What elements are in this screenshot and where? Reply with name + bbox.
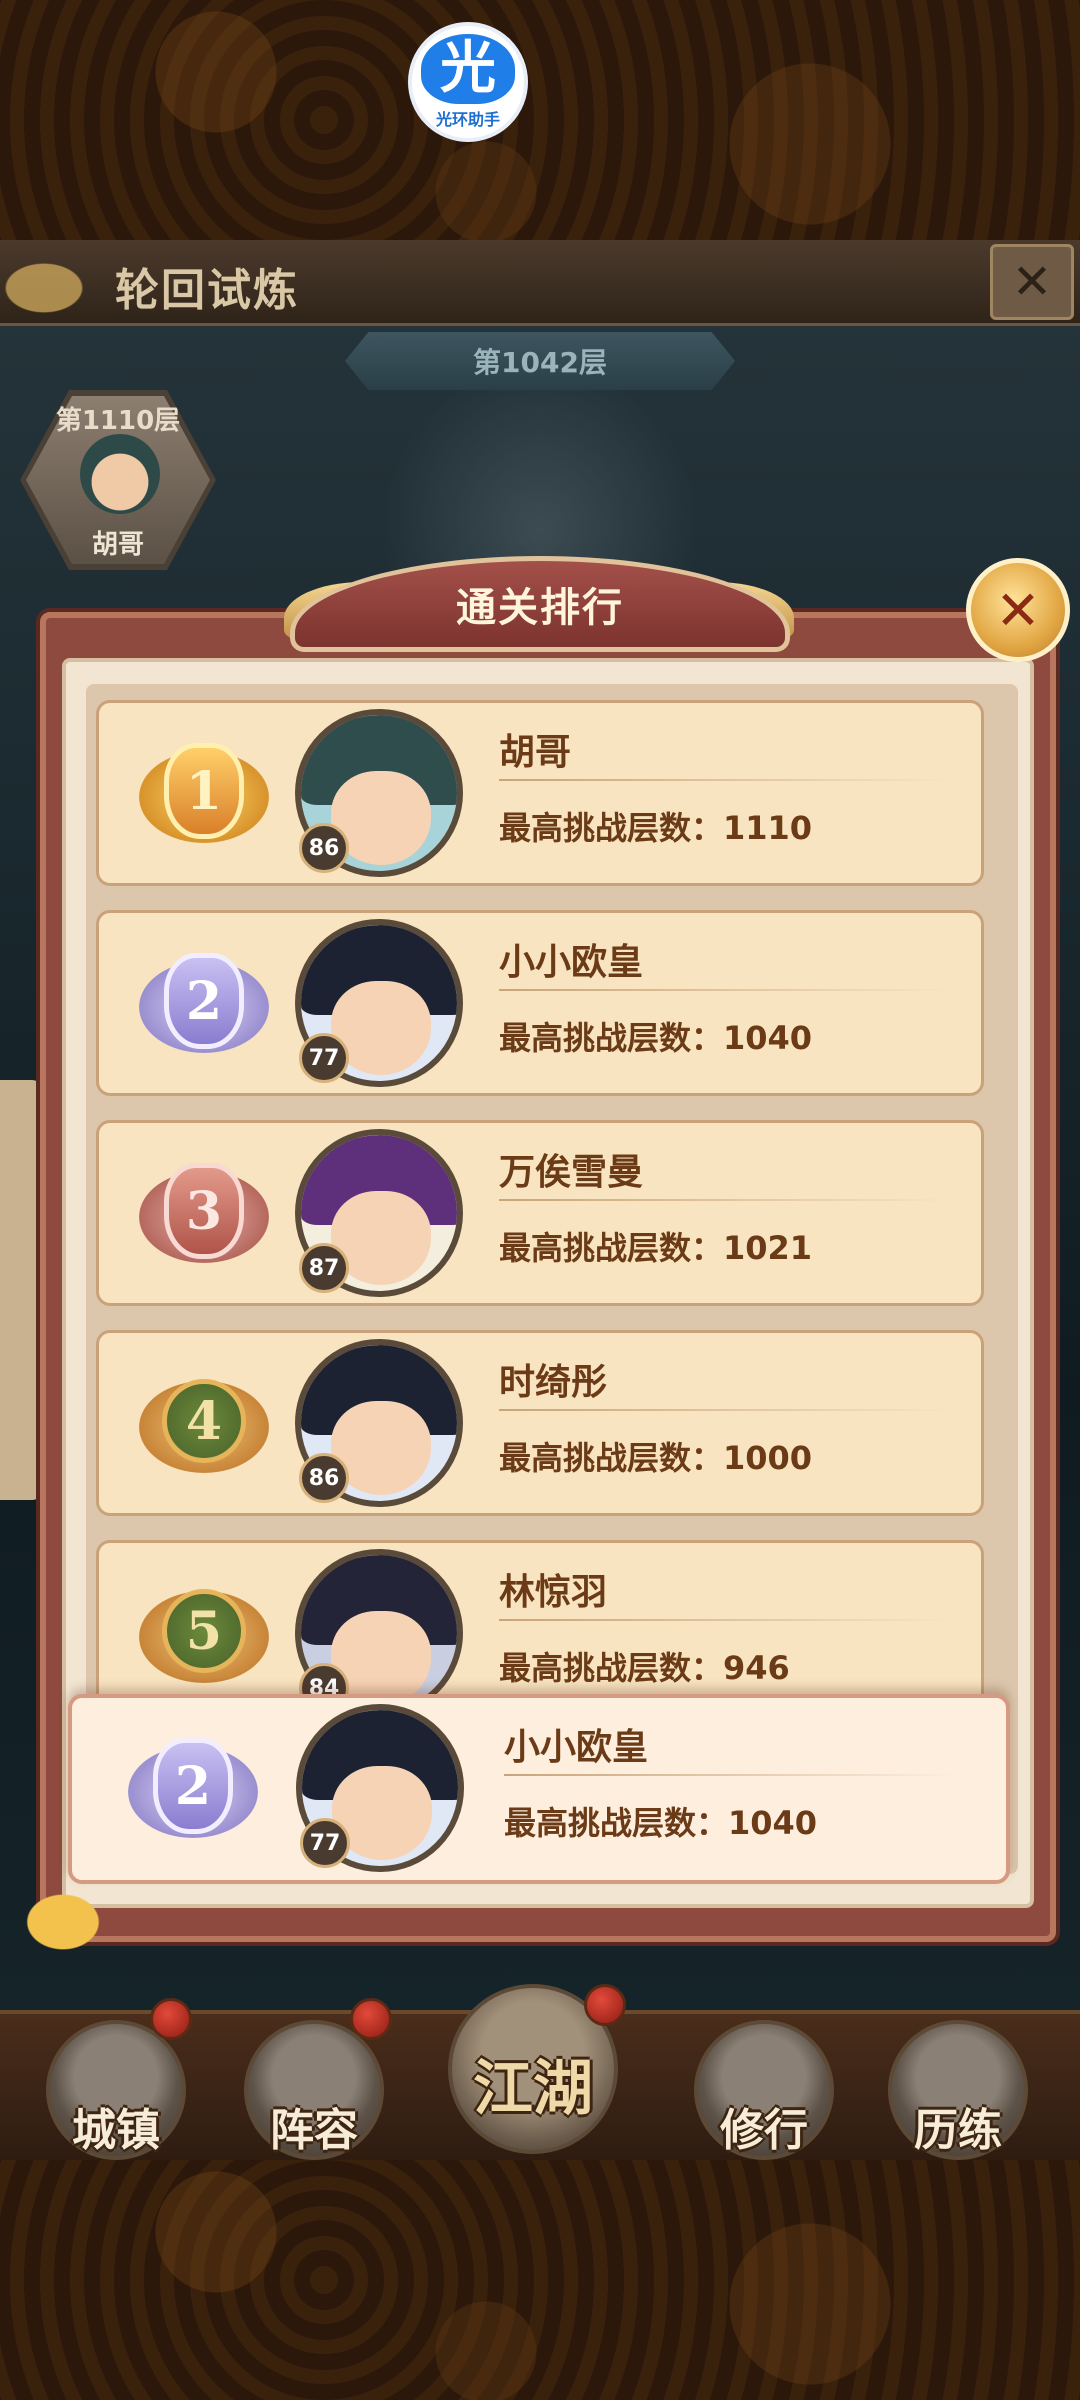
rank-number: 5 bbox=[162, 1589, 246, 1673]
notification-dot bbox=[150, 1998, 192, 2040]
top-background bbox=[0, 0, 1080, 240]
nav-town-label: 城镇 bbox=[72, 2105, 160, 2156]
marker-avatar bbox=[80, 434, 160, 514]
ranking-row[interactable]: 2 77 小小欧皇 最高挑战层数：1040 bbox=[96, 910, 984, 1096]
rank-badge-icon: 2 bbox=[128, 1726, 258, 1856]
player-name: 胡哥 bbox=[499, 732, 572, 773]
title-bar: 轮回试炼 ✕ bbox=[0, 240, 1080, 326]
gold-cloud-ornament-icon bbox=[8, 1880, 118, 1950]
divider bbox=[499, 779, 949, 781]
highest-floor: 最高挑战层数：1000 bbox=[499, 1439, 813, 1477]
highest-floor: 最高挑战层数：1021 bbox=[499, 1229, 813, 1267]
player-name: 林惊羽 bbox=[499, 1572, 608, 1613]
bottom-background bbox=[0, 2160, 1080, 2400]
ranking-row[interactable]: 1 86 胡哥 最高挑战层数：1110 bbox=[96, 700, 984, 886]
player-name: 万俟雪曼 bbox=[499, 1152, 644, 1193]
rank-number: 3 bbox=[164, 1163, 244, 1259]
guanghuan-logo[interactable]: 光 光环助手 bbox=[408, 22, 528, 142]
nav-lineup-button[interactable]: 阵容 bbox=[244, 1998, 392, 2160]
highest-floor: 最高挑战层数：946 bbox=[499, 1649, 790, 1687]
logo-glyph: 光 bbox=[421, 34, 515, 104]
screen-title: 轮回试炼 bbox=[115, 265, 299, 316]
level-badge: 77 bbox=[300, 1818, 350, 1868]
divider bbox=[499, 1199, 949, 1201]
ranking-list[interactable]: 1 86 胡哥 最高挑战层数：1110 2 77 小小欧皇 最高挑战层数：104… bbox=[96, 700, 984, 1700]
player-name: 小小欧皇 bbox=[504, 1727, 649, 1768]
divider bbox=[499, 1409, 949, 1411]
highest-floor: 最高挑战层数：1110 bbox=[499, 809, 813, 847]
divider bbox=[499, 989, 949, 991]
my-ranking-row[interactable]: 2 77 小小欧皇 最高挑战层数：1040 bbox=[68, 1694, 1010, 1884]
nav-training-label: 历练 bbox=[914, 2105, 1002, 2156]
level-badge: 87 bbox=[299, 1243, 349, 1293]
notification-dot bbox=[350, 1998, 392, 2040]
nav-lineup-label: 阵容 bbox=[270, 2105, 358, 2156]
rank-badge-icon: 3 bbox=[139, 1151, 269, 1281]
cloud-ornament-icon bbox=[0, 246, 110, 316]
notification-dot bbox=[584, 1984, 626, 2026]
nav-cultivation-label: 修行 bbox=[720, 2105, 808, 2156]
side-panel-edge bbox=[0, 1080, 42, 1500]
rank-number: 2 bbox=[153, 1738, 233, 1834]
nav-jianghu-button[interactable]: 江湖 bbox=[448, 1984, 628, 2164]
level-badge: 77 bbox=[299, 1033, 349, 1083]
nav-town-button[interactable]: 城镇 bbox=[46, 1998, 192, 2160]
bottom-nav: 城镇 阵容 江湖 修行 历练 bbox=[0, 1984, 1080, 2160]
ranking-row[interactable]: 3 87 万俟雪曼 最高挑战层数：1021 bbox=[96, 1120, 984, 1306]
marker-name: 胡哥 bbox=[91, 530, 144, 560]
nav-training-button[interactable]: 历练 bbox=[888, 2020, 1028, 2160]
highest-floor: 最高挑战层数：1040 bbox=[504, 1804, 818, 1842]
rank-badge-icon: 5 bbox=[139, 1571, 269, 1700]
rank-badge-icon: 2 bbox=[139, 941, 269, 1071]
marker-floor: 第1110层 bbox=[55, 406, 181, 436]
logo-text: 光环助手 bbox=[435, 110, 500, 129]
rank-number: 2 bbox=[164, 953, 244, 1049]
ranking-row[interactable]: 5 84 林惊羽 最高挑战层数：946 bbox=[96, 1540, 984, 1700]
level-badge: 86 bbox=[299, 823, 349, 873]
player-name: 时绮彤 bbox=[499, 1362, 608, 1403]
close-dialog-button[interactable]: ✕ bbox=[966, 558, 1070, 662]
divider bbox=[504, 1774, 954, 1776]
level-badge: 86 bbox=[299, 1453, 349, 1503]
nav-cultivation-button[interactable]: 修行 bbox=[694, 2020, 834, 2160]
rank-number: 4 bbox=[162, 1379, 246, 1463]
close-screen-button[interactable]: ✕ bbox=[990, 244, 1074, 320]
rank-number: 1 bbox=[164, 743, 244, 839]
current-floor-banner: 第1042层 bbox=[345, 332, 735, 390]
player-floor-marker[interactable]: 第1110层 胡哥 bbox=[20, 390, 216, 570]
ranking-row[interactable]: 4 86 时绮彤 最高挑战层数：1000 bbox=[96, 1330, 984, 1516]
player-name: 小小欧皇 bbox=[499, 942, 644, 983]
rank-badge-icon: 1 bbox=[139, 731, 269, 861]
nav-jianghu-label: 江湖 bbox=[473, 2054, 593, 2124]
highest-floor: 最高挑战层数：1040 bbox=[499, 1019, 813, 1057]
rank-badge-icon: 4 bbox=[139, 1361, 269, 1491]
divider bbox=[499, 1619, 949, 1621]
